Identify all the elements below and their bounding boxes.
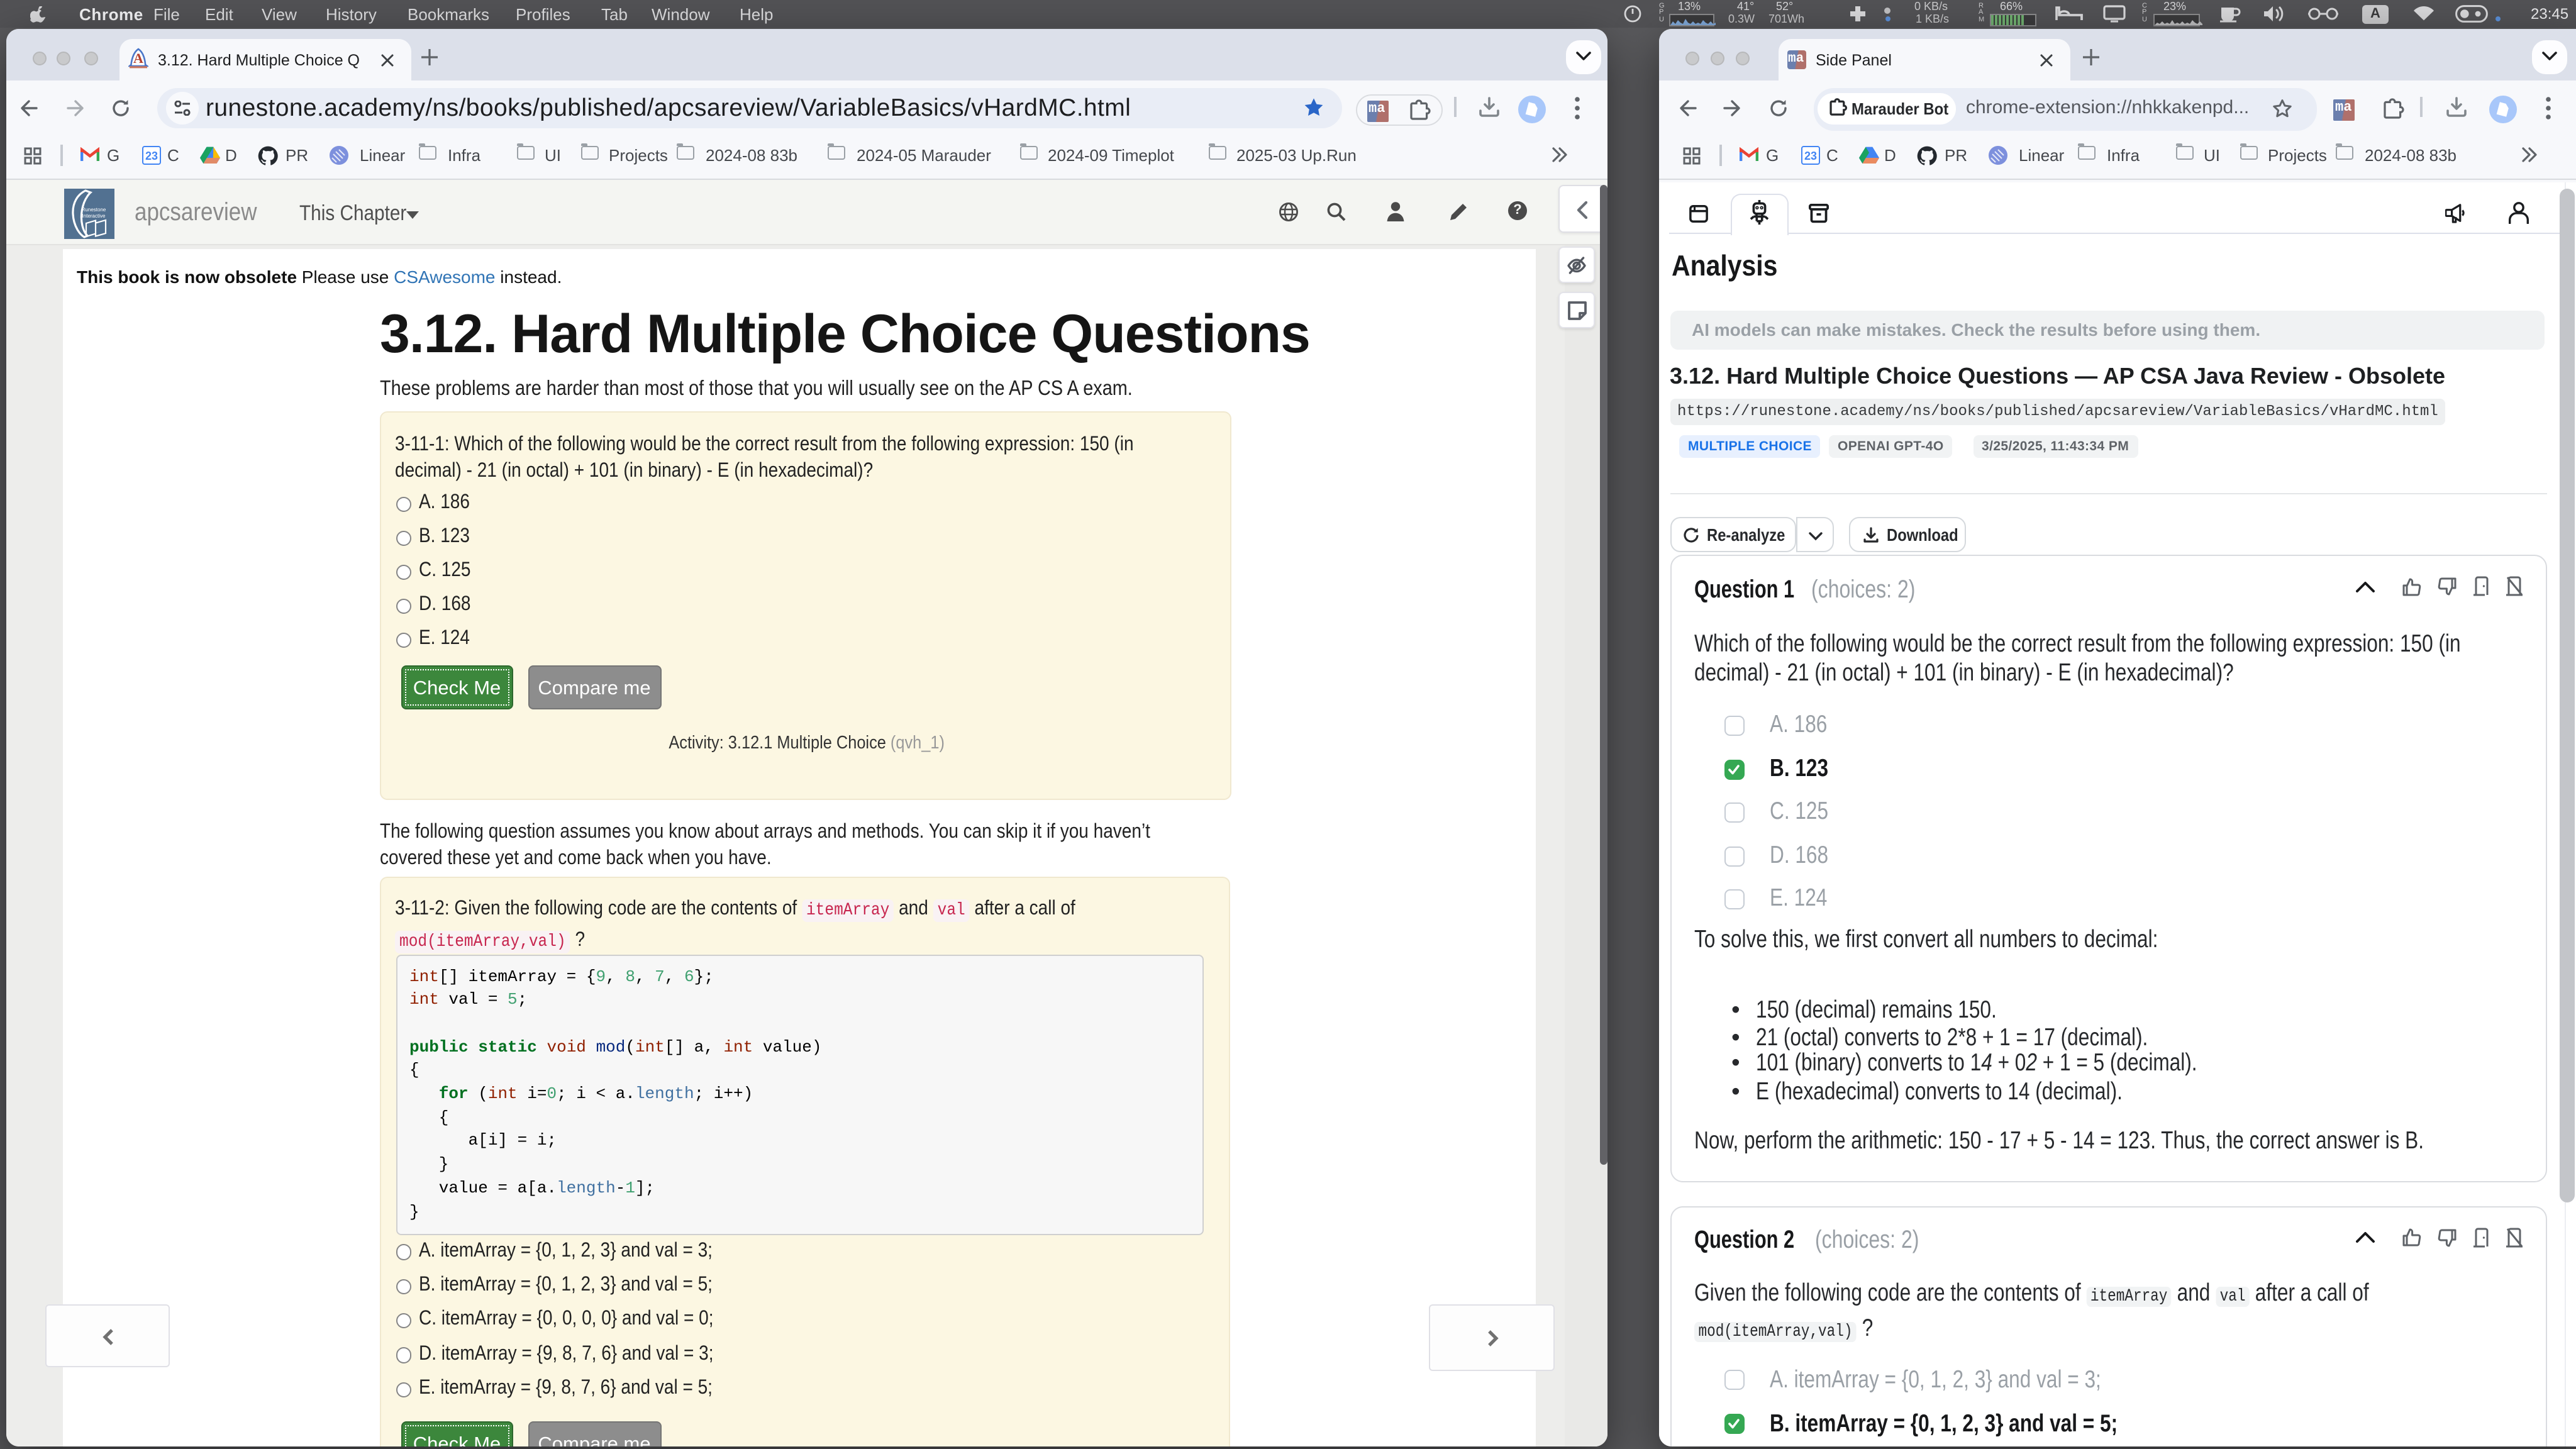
svg-text:Interactive: Interactive	[82, 213, 105, 218]
svg-text:Runestone: Runestone	[81, 206, 106, 212]
svg-text:A: A	[133, 50, 143, 66]
